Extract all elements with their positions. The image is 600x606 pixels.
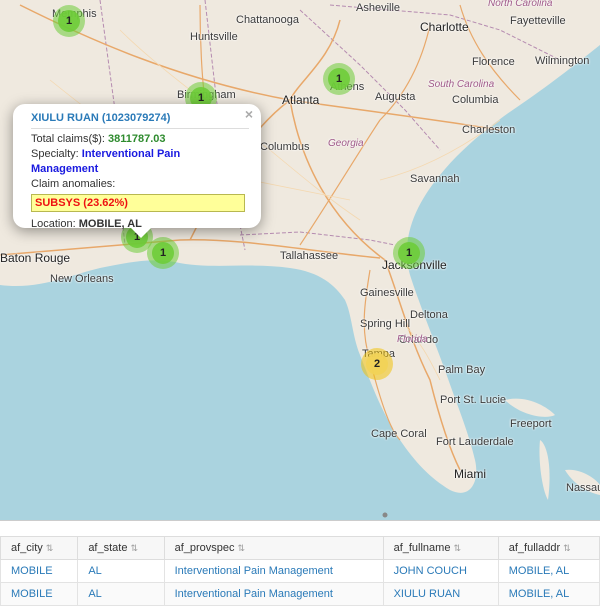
map-cluster-marker[interactable]: 1 <box>147 237 179 269</box>
column-header-label: af_fulladdr <box>508 542 561 554</box>
table-row[interactable]: MOBILE AL Interventional Pain Management JO… <box>0 559 600 583</box>
popup-close-icon[interactable]: × <box>245 106 253 122</box>
column-header-label: af_city <box>11 542 43 554</box>
table-body: MOBILE AL Interventional Pain Management JO… <box>0 559 600 606</box>
map-cluster-marker[interactable]: 1 <box>53 5 85 37</box>
provider-popup: × XIULU RUAN (1023079274) Total claims($… <box>13 104 261 238</box>
table-header-row: af_city ⇅ af_state ⇅ af_provspec ⇅ af_fullname… <box>0 536 600 560</box>
map-cluster-marker[interactable]: 1 <box>323 63 355 95</box>
table-cell-af_state[interactable]: AL <box>77 582 165 606</box>
popup-claims-value: 3811787.03 <box>108 133 166 145</box>
city-label: Freeport <box>510 418 552 430</box>
city-label: Nassau <box>566 482 600 494</box>
map[interactable]: MemphisAshevilleCharlotteNorth CarolinaF… <box>0 0 600 520</box>
popup-claims-label: Total claims($): <box>31 133 105 145</box>
popup-location-label: Location: <box>31 218 76 230</box>
map-cluster-marker[interactable]: 2 <box>361 348 393 380</box>
column-header-label: af_provspec <box>174 542 235 554</box>
table-cell-af_fullname[interactable]: JOHN COUCH <box>382 559 499 583</box>
city-label: Georgia <box>328 138 364 149</box>
column-header-label: af_state <box>88 542 128 554</box>
sort-icon[interactable]: ⇅ <box>238 543 246 553</box>
sort-icon[interactable]: ⇅ <box>46 543 54 553</box>
cluster-count: 2 <box>366 353 388 375</box>
popup-anomaly-badge: SUBSYS (23.62%) <box>31 194 245 212</box>
city-label: Gainesville <box>360 287 414 299</box>
table-cell-af_city[interactable]: MOBILE <box>0 582 79 606</box>
city-label: Savannah <box>410 173 460 185</box>
sort-icon[interactable]: ⇅ <box>130 543 138 553</box>
popup-provider-title: XIULU RUAN (1023079274) <box>31 112 249 129</box>
city-label: Asheville <box>356 2 401 14</box>
city-label: North Carolina <box>488 0 553 9</box>
city-label: Columbia <box>452 94 499 106</box>
popup-specialty-row: Specialty: Interventional Pain Managemen… <box>31 147 249 177</box>
city-label: Florida <box>397 334 428 345</box>
city-label: Fort Lauderdale <box>436 436 514 448</box>
cluster-count: 1 <box>58 10 80 32</box>
table-cell-af_state[interactable]: AL <box>77 559 165 583</box>
city-label: Florence <box>472 56 515 68</box>
results-table-panel: af_city ⇅ af_state ⇅ af_provspec ⇅ af_fullname… <box>0 520 600 606</box>
column-header-af_city[interactable]: af_city ⇅ <box>0 536 79 560</box>
city-label: Charleston <box>462 124 516 136</box>
cluster-count: 1 <box>152 242 174 264</box>
city-label: Charlotte <box>420 20 469 34</box>
popup-tip <box>131 228 151 238</box>
column-header-label: af_fullname <box>393 542 451 554</box>
table-cell-af_provspec[interactable]: Interventional Pain Management <box>163 559 384 583</box>
popup-specialty-label: Specialty: <box>31 148 79 160</box>
city-label: Huntsville <box>190 31 238 43</box>
table-cell-af_provspec[interactable]: Interventional Pain Management <box>163 582 384 606</box>
sort-icon[interactable]: ⇅ <box>453 543 461 553</box>
city-label: Tallahassee <box>280 250 339 262</box>
column-header-af_state[interactable]: af_state ⇅ <box>77 536 165 560</box>
popup-claims-row: Total claims($): 3811787.03 <box>31 132 249 147</box>
cluster-count: 1 <box>398 242 420 264</box>
city-label: Wilmington <box>535 55 590 67</box>
city-label: Port St. Lucie <box>440 394 507 406</box>
city-label: Chattanooga <box>236 14 299 26</box>
city-label: Columbus <box>260 141 310 153</box>
cluster-count: 1 <box>328 68 350 90</box>
table-row[interactable]: MOBILE AL Interventional Pain Management XI… <box>0 582 600 606</box>
column-header-af_provspec[interactable]: af_provspec ⇅ <box>163 536 384 560</box>
sort-icon[interactable]: ⇅ <box>563 543 571 553</box>
results-table: af_city ⇅ af_state ⇅ af_provspec ⇅ af_fullname… <box>0 536 600 606</box>
city-label: Deltona <box>410 309 448 321</box>
city-label: Fayetteville <box>510 15 566 27</box>
table-cell-af_fullname[interactable]: XIULU RUAN <box>382 582 499 606</box>
column-header-af_fullname[interactable]: af_fullname ⇅ <box>382 536 499 560</box>
city-label: Spring Hill <box>360 318 411 330</box>
city-label: Baton Rouge <box>0 251 71 265</box>
map-cluster-marker[interactable]: 1 <box>393 237 425 269</box>
city-label: Atlanta <box>282 93 320 107</box>
city-label: Augusta <box>375 91 416 103</box>
city-label: Palm Bay <box>438 364 486 376</box>
popup-anomalies-label: Claim anomalies: <box>31 178 116 190</box>
city-label: New Orleans <box>50 273 114 285</box>
city-label: Cape Coral <box>371 428 427 440</box>
city-label: South Carolina <box>428 79 495 90</box>
table-cell-af_fulladdr[interactable]: MOBILE, AL <box>497 559 600 583</box>
city-label: Miami <box>454 467 486 481</box>
table-cell-af_city[interactable]: MOBILE <box>0 559 79 583</box>
table-cell-af_fulladdr[interactable]: MOBILE, AL <box>497 582 600 606</box>
column-header-af_fulladdr[interactable]: af_fulladdr ⇅ <box>497 536 600 560</box>
